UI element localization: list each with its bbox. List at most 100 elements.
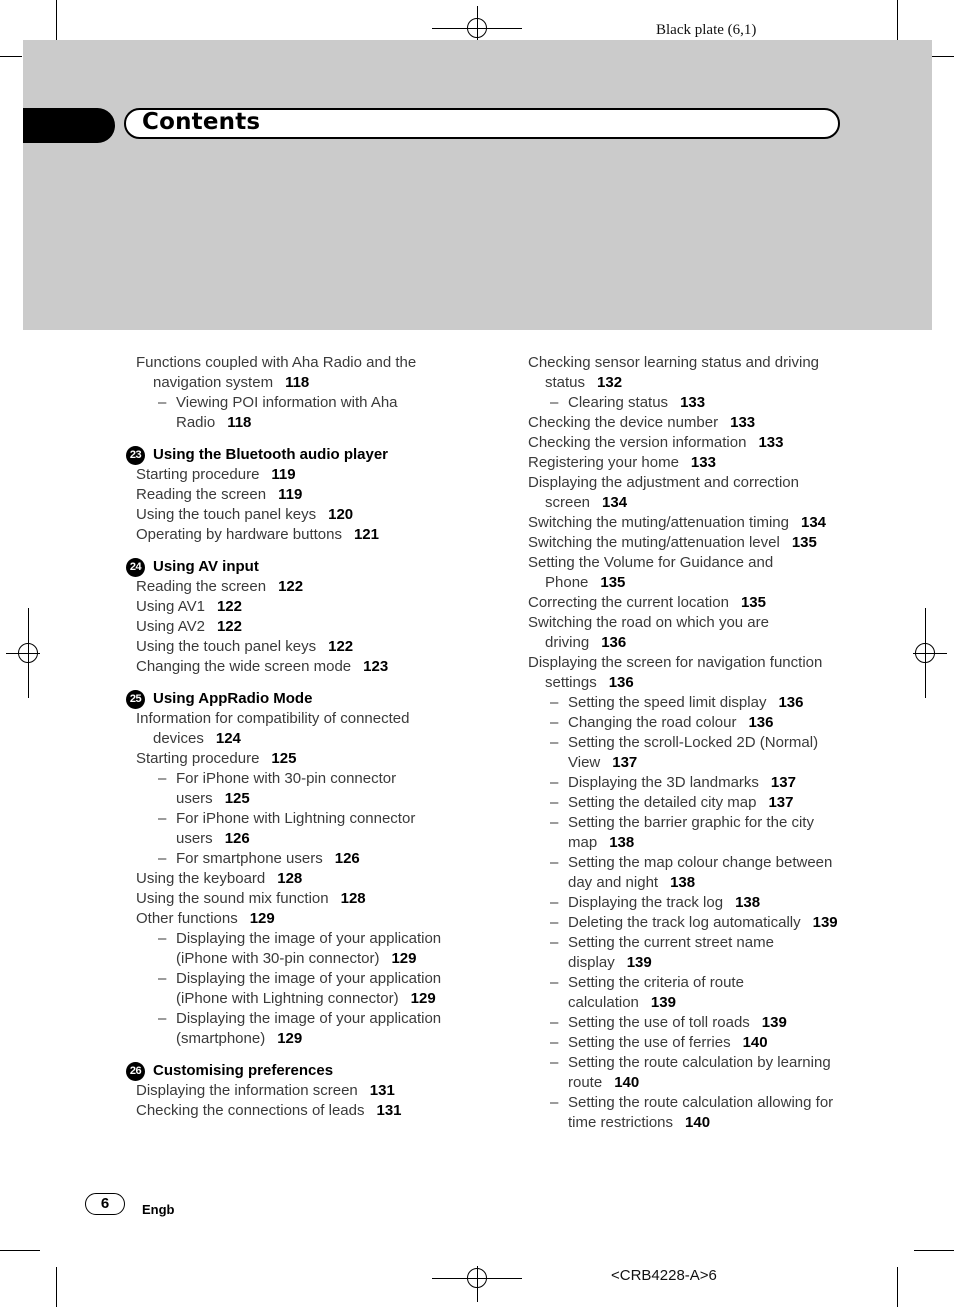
- toc-entry-text: For iPhone with 30-pin connector users: [176, 770, 397, 807]
- toc-entry[interactable]: Displaying the screen for navigation fun…: [528, 653, 848, 693]
- toc-entry[interactable]: Using the sound mix function 128: [124, 889, 464, 909]
- dash-bullet: –: [550, 394, 559, 411]
- toc-entry-text: Setting the route calculation by learnin…: [568, 1054, 831, 1091]
- toc-subentry[interactable]: – Changing the road colour 136: [528, 713, 848, 733]
- toc-entry-text: Checking the device number: [528, 414, 719, 431]
- toc-section-heading[interactable]: 26 Customising preferences: [124, 1061, 464, 1081]
- toc-entry[interactable]: Using AV2 122: [124, 617, 464, 637]
- toc-entry[interactable]: Using the touch panel keys 122: [124, 637, 464, 657]
- toc-page-number: 136: [601, 634, 627, 651]
- toc-entry-text: Reading the screen: [136, 578, 267, 595]
- toc-entry[interactable]: Checking sensor learning status and driv…: [528, 353, 848, 393]
- dash-bullet: –: [550, 934, 559, 951]
- toc-subentry[interactable]: – Setting the route calculation allowing …: [528, 1093, 848, 1133]
- crop-mark: [56, 1267, 57, 1307]
- toc-page-number: 140: [742, 1034, 768, 1051]
- toc-entry[interactable]: Using the keyboard 128: [124, 869, 464, 889]
- toc-entry[interactable]: Starting procedure 119: [124, 465, 464, 485]
- toc-entry[interactable]: Using the touch panel keys 120: [124, 505, 464, 525]
- toc-subentry[interactable]: – Setting the map colour change between d…: [528, 853, 848, 893]
- toc-subentry[interactable]: – For iPhone with 30-pin connector users 1…: [124, 769, 464, 809]
- toc-entry[interactable]: Correcting the current location 135: [528, 593, 848, 613]
- crop-mark: [0, 56, 22, 57]
- toc-entry-text: Switching the muting/attenuation timing: [528, 514, 789, 531]
- toc-page-number: 122: [216, 598, 242, 615]
- toc-page-number: 135: [740, 594, 766, 611]
- toc-page-number: 140: [685, 1114, 711, 1131]
- toc-section-heading[interactable]: 23 Using the Bluetooth audio player: [124, 445, 464, 465]
- toc-subentry[interactable]: – Setting the use of toll roads 139: [528, 1013, 848, 1033]
- toc-page-number: 134: [602, 494, 628, 511]
- toc-page-number: 129: [391, 950, 417, 967]
- crop-mark: [897, 0, 898, 40]
- toc-subentry[interactable]: – Clearing status 133: [528, 393, 848, 413]
- toc-entry-text: Viewing POI information with Aha Radio: [176, 394, 398, 431]
- toc-entry[interactable]: Other functions 129: [124, 909, 464, 929]
- toc-subentry[interactable]: – Deleting the track log automatically 139: [528, 913, 848, 933]
- toc-page-number: 129: [410, 990, 436, 1007]
- toc-page-number: 133: [730, 414, 756, 431]
- toc-page-number: 135: [791, 534, 817, 551]
- toc-entry[interactable]: Using AV1 122: [124, 597, 464, 617]
- toc-subentry[interactable]: – For iPhone with Lightning connector use…: [124, 809, 464, 849]
- toc-entry-text: Displaying the image of your application…: [176, 1010, 442, 1047]
- toc-subentry[interactable]: – Setting the current street name display…: [528, 933, 848, 973]
- toc-entry[interactable]: Switching the muting/attenuation level 13…: [528, 533, 848, 553]
- toc-subentry[interactable]: – Viewing POI information with Aha Radio 1…: [124, 393, 464, 433]
- toc-subentry[interactable]: – Displaying the image of your applicatio…: [124, 929, 464, 969]
- toc-entry[interactable]: Checking the device number 133: [528, 413, 848, 433]
- dash-bullet: –: [550, 1034, 559, 1051]
- toc-subentry[interactable]: – Setting the criteria of route calculati…: [528, 973, 848, 1013]
- toc-left-column: Functions coupled with Aha Radio and the…: [124, 353, 464, 1121]
- toc-page-number: 134: [800, 514, 827, 531]
- toc-subentry[interactable]: – Setting the detailed city map 137: [528, 793, 848, 813]
- page-number: 6: [85, 1193, 125, 1215]
- toc-subentry[interactable]: – Setting the speed limit display 136: [528, 693, 848, 713]
- toc-entry[interactable]: Displaying the information screen 131: [124, 1081, 464, 1101]
- toc-entry[interactable]: Switching the road on which you are driv…: [528, 613, 848, 653]
- toc-subentry[interactable]: – For smartphone users 126: [124, 849, 464, 869]
- toc-entry[interactable]: Reading the screen 122: [124, 577, 464, 597]
- toc-entry[interactable]: Setting the Volume for Guidance and Phon…: [528, 553, 848, 593]
- toc-entry[interactable]: Reading the screen 119: [124, 485, 464, 505]
- toc-entry-text: Checking sensor learning status and driv…: [528, 354, 819, 391]
- toc-page-number: 118: [227, 414, 252, 431]
- toc-section-heading[interactable]: 24 Using AV input: [124, 557, 464, 577]
- toc-entry[interactable]: Switching the muting/attenuation timing 1…: [528, 513, 848, 533]
- toc-entry[interactable]: Checking the version information 133: [528, 433, 848, 453]
- toc-entry-text: Registering your home: [528, 454, 679, 471]
- section-title: Using AppRadio Mode: [153, 690, 313, 707]
- toc-page-number: 126: [334, 850, 360, 867]
- toc-subentry[interactable]: – Setting the use of ferries 140: [528, 1033, 848, 1053]
- toc-entry-text: Deleting the track log automatically: [568, 914, 801, 931]
- toc-subentry[interactable]: – Setting the route calculation by learni…: [528, 1053, 848, 1093]
- toc-subentry[interactable]: – Setting the scroll-Locked 2D (Normal) V…: [528, 733, 848, 773]
- plate-label: Black plate (6,1): [656, 22, 757, 38]
- toc-entry-text: Using the sound mix function: [136, 890, 329, 907]
- toc-entry[interactable]: Checking the connections of leads 131: [124, 1101, 464, 1121]
- toc-subentry[interactable]: – Setting the barrier graphic for the cit…: [528, 813, 848, 853]
- toc-entry[interactable]: Registering your home 133: [528, 453, 848, 473]
- toc-entry-text: Operating by hardware buttons: [136, 526, 342, 543]
- toc-subentry[interactable]: – Displaying the image of your applicatio…: [124, 969, 464, 1009]
- dash-bullet: –: [550, 914, 559, 931]
- crop-mark: [56, 0, 57, 40]
- toc-subentry[interactable]: – Displaying the 3D landmarks 137: [528, 773, 848, 793]
- toc-page-number: 138: [670, 874, 696, 891]
- toc-entry-text: Setting the Volume for Guidance and Phon…: [528, 554, 774, 591]
- toc-entry[interactable]: Information for compatibility of connect…: [124, 709, 464, 749]
- toc-entry[interactable]: Changing the wide screen mode 123: [124, 657, 464, 677]
- toc-page-number: 135: [600, 574, 626, 591]
- toc-subentry[interactable]: – Displaying the track log 138: [528, 893, 848, 913]
- toc-page-number: 133: [680, 394, 706, 411]
- toc-page-number: 131: [376, 1102, 402, 1119]
- toc-entry[interactable]: Displaying the adjustment and correction…: [528, 473, 848, 513]
- toc-entry[interactable]: Functions coupled with Aha Radio and the…: [124, 353, 464, 393]
- toc-entry[interactable]: Starting procedure 125: [124, 749, 464, 769]
- toc-section-heading[interactable]: 25 Using AppRadio Mode: [124, 689, 464, 709]
- section-title: Using the Bluetooth audio player: [153, 446, 389, 463]
- toc-entry-text: Starting procedure: [136, 750, 260, 767]
- toc-subentry[interactable]: – Displaying the image of your applicatio…: [124, 1009, 464, 1049]
- toc-entry[interactable]: Operating by hardware buttons 121: [124, 525, 464, 545]
- toc-page-number: 128: [340, 890, 366, 907]
